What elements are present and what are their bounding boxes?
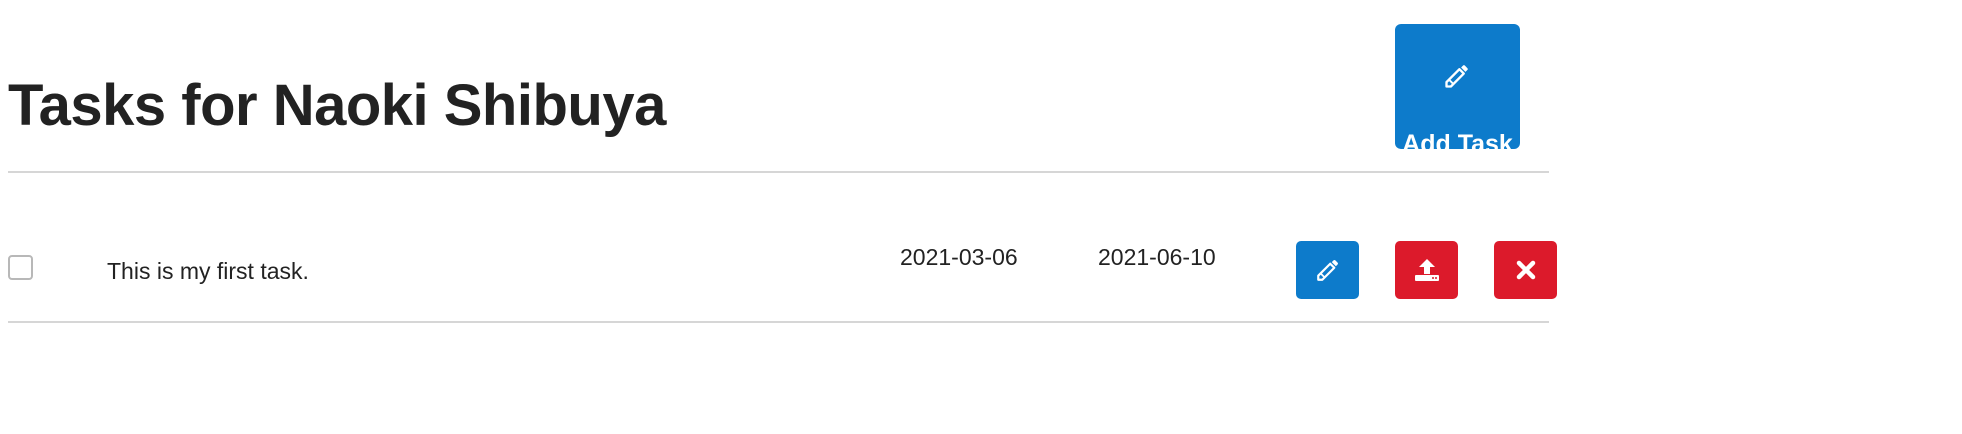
page-title: Tasks for Naoki Shibuya xyxy=(8,73,666,138)
task-due-date: 2021-06-10 xyxy=(1098,244,1216,270)
task-text: This is my first task. xyxy=(107,258,309,284)
task-complete-checkbox[interactable] xyxy=(8,255,33,280)
close-icon xyxy=(1516,260,1535,280)
task-start-date: 2021-03-06 xyxy=(900,244,1018,270)
add-task-label: Add Task xyxy=(1402,130,1513,158)
add-task-button[interactable]: Add Task xyxy=(1395,24,1520,158)
task-row: This is my first task. 2021-03-06 2021-0… xyxy=(0,173,1962,321)
upload-icon xyxy=(1414,259,1439,281)
edit-task-button[interactable] xyxy=(1296,241,1359,299)
upload-task-button[interactable] xyxy=(1395,241,1458,299)
row-divider xyxy=(8,321,1549,323)
pencil-icon xyxy=(1316,260,1338,281)
pencil-icon xyxy=(1443,62,1471,90)
delete-task-button[interactable] xyxy=(1494,241,1557,299)
